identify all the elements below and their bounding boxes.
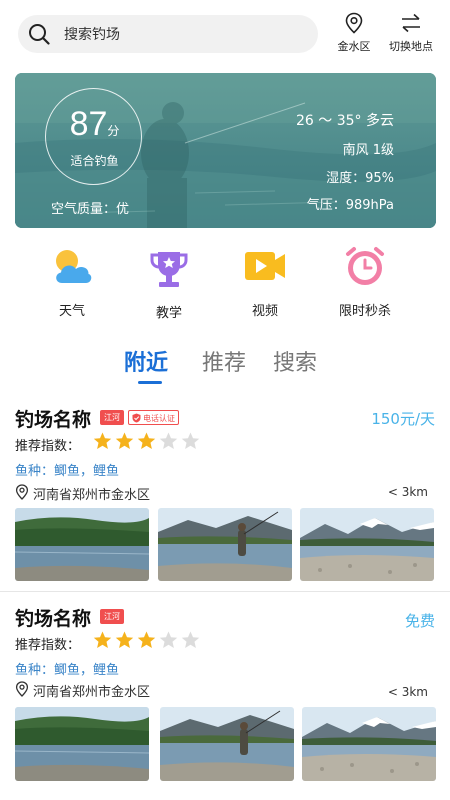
pressure-info: 气压：989hPa [306, 198, 394, 213]
distance: < 3km [387, 685, 428, 699]
category-label: 天气 [58, 304, 85, 319]
wind-info: 南风 1级 [342, 143, 394, 158]
search-icon [29, 24, 50, 45]
active-tab-indicator [138, 381, 162, 384]
weather-card[interactable]: 87分 适合钓鱼 空气质量：优 26 ～ 35° 多云 南风 1级 湿度：95%… [15, 73, 436, 228]
tab-search[interactable]: 搜索 [273, 345, 317, 377]
photo-river[interactable] [15, 508, 149, 581]
humidity-info: 湿度：95% [326, 171, 394, 186]
photo-angler[interactable] [160, 707, 294, 781]
search-input[interactable]: 搜索钓场 [18, 15, 318, 53]
photo-angler[interactable] [158, 508, 292, 581]
rating-stars [92, 630, 202, 650]
star-filled-icon [92, 630, 113, 650]
category-weather[interactable]: 天气 [34, 246, 110, 319]
air-quality: 空气质量：优 [51, 202, 130, 217]
distance: < 3km [387, 485, 428, 499]
search-placeholder: 搜索钓场 [64, 27, 120, 43]
switch-location-label: 切换地点 [389, 40, 433, 53]
switch-location-button[interactable]: 切换地点 [382, 12, 440, 56]
trophy-icon [150, 252, 188, 287]
swap-arrows-icon [402, 13, 420, 33]
star-filled-icon [136, 630, 157, 650]
spot-name: 钓场名称 [15, 608, 92, 630]
tab-recommended[interactable]: 推荐 [202, 345, 246, 377]
rating-label: 推荐指数： [15, 638, 81, 653]
category-label: 教学 [155, 306, 182, 321]
spot-name: 钓场名称 [15, 409, 92, 431]
photo-mountains[interactable] [300, 508, 434, 581]
fish-species: 鱼种：鲫鱼，鲤鱼 [15, 663, 120, 678]
type-badge: 江河 [100, 609, 124, 624]
shield-check-icon [132, 413, 141, 423]
tab-nearby[interactable]: 附近 [124, 345, 168, 377]
top-bar: 搜索钓场 金水区 切换地点 [0, 0, 450, 66]
price: 免费 [404, 612, 435, 630]
star-empty-icon [180, 431, 201, 451]
location-pin-icon [15, 484, 29, 500]
fishing-score-value: 87 [69, 105, 108, 143]
star-filled-icon [136, 431, 157, 451]
verified-badge: 电话认证 [128, 410, 179, 425]
video-icon [245, 252, 285, 280]
star-filled-icon [114, 630, 135, 650]
photo-river[interactable] [15, 707, 149, 781]
price: 150元/天 [371, 410, 435, 428]
star-filled-icon [114, 431, 135, 451]
temperature-range: 26 ～ 35° 多云 [296, 113, 394, 129]
list-item[interactable]: 钓场名称 江河 电话认证 150元/天 推荐指数： 鱼种：鲫鱼，鲤鱼 河南省郑州… [0, 405, 450, 587]
fishing-score-unit: 分 [107, 124, 120, 138]
location-label: 金水区 [337, 40, 371, 53]
category-video[interactable]: 视频 [227, 246, 303, 319]
star-empty-icon [158, 431, 179, 451]
rating-label: 推荐指数： [15, 439, 81, 454]
fishing-score-ring: 87分 适合钓鱼 [45, 88, 142, 185]
address: 河南省郑州市金水区 [33, 488, 151, 503]
star-empty-icon [180, 630, 201, 650]
fishing-suitability: 适合钓鱼 [70, 154, 119, 168]
current-location-button[interactable]: 金水区 [332, 12, 376, 56]
star-filled-icon [92, 431, 113, 451]
location-pin-icon [15, 681, 29, 697]
category-label: 限时秒杀 [338, 304, 391, 319]
address: 河南省郑州市金水区 [33, 685, 151, 700]
list-item[interactable]: 钓场名称 江河 免费 推荐指数： 鱼种：鲫鱼，鲤鱼 河南省郑州市金水区 < 3k… [0, 604, 450, 794]
category-label: 视频 [251, 304, 278, 319]
verified-label: 电话认证 [143, 414, 175, 423]
location-pin-icon [345, 12, 363, 34]
type-badge: 江河 [100, 410, 124, 425]
category-teaching[interactable]: 教学 [131, 248, 207, 321]
fish-species: 鱼种：鲫鱼，鲤鱼 [15, 464, 120, 479]
star-empty-icon [158, 630, 179, 650]
photo-mountains[interactable] [302, 707, 436, 781]
category-flash-sale[interactable]: 限时秒杀 [327, 246, 403, 319]
weather-icon [56, 250, 92, 283]
rating-stars [92, 431, 202, 451]
alarm-clock-icon [346, 247, 384, 285]
divider [0, 591, 450, 592]
